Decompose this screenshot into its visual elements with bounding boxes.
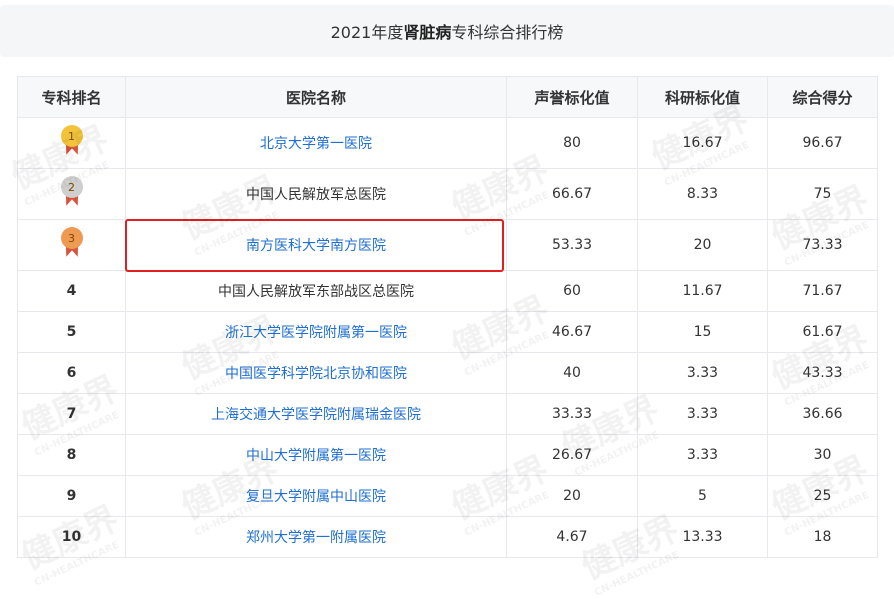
hospital-link[interactable]: 上海交通大学医学院附属瑞金医院 <box>211 407 421 423</box>
title-suffix: 专科综合排行榜 <box>451 23 564 42</box>
hospital-name: 中国人民解放军总医院 <box>246 187 386 203</box>
rank-cell: 3 <box>17 219 126 271</box>
rank-cell: 9 <box>17 475 126 517</box>
research-cell: 15 <box>637 311 768 353</box>
table-row: 4 中国人民解放军东部战区总医院 60 11.67 71.67 <box>17 270 878 312</box>
hospital-link[interactable]: 郑州大学第一附属医院 <box>246 530 386 546</box>
medal-icon: 2 <box>52 174 92 210</box>
rank-cell: 2 <box>17 168 126 220</box>
hospital-link[interactable]: 浙江大学医学院附属第一医院 <box>225 325 407 341</box>
reputation-cell: 53.33 <box>506 219 638 271</box>
table-header-row: 专科排名 医院名称 声誉标化值 科研标化值 综合得分 <box>17 76 878 118</box>
hospital-cell: 郑州大学第一附属医院 <box>125 516 507 558</box>
header-research: 科研标化值 <box>637 76 768 118</box>
hospital-cell: 中国人民解放军东部战区总医院 <box>125 270 507 312</box>
total-cell: 36.66 <box>767 393 878 435</box>
research-cell: 16.67 <box>637 117 768 169</box>
reputation-cell: 4.67 <box>506 516 638 558</box>
table-row: 8 中山大学附属第一医院 26.67 3.33 30 <box>17 434 878 476</box>
rank-cell: 5 <box>17 311 126 353</box>
total-cell: 18 <box>767 516 878 558</box>
total-cell: 25 <box>767 475 878 517</box>
research-cell: 8.33 <box>637 168 768 220</box>
table-row: 2 中国人民解放军总医院 66.67 8.33 75 <box>17 168 878 220</box>
hospital-link[interactable]: 南方医科大学南方医院 <box>246 238 386 254</box>
total-cell: 96.67 <box>767 117 878 169</box>
rank-cell: 10 <box>17 516 126 558</box>
page-title: 2021年度 肾脏病 专科综合排行榜 <box>0 5 894 57</box>
medal-icon: 3 <box>52 225 92 261</box>
total-cell: 30 <box>767 434 878 476</box>
title-specialty: 肾脏病 <box>403 23 452 42</box>
hospital-cell: 浙江大学医学院附属第一医院 <box>125 311 507 353</box>
hospital-link[interactable]: 复旦大学附属中山医院 <box>246 489 386 505</box>
reputation-cell: 60 <box>506 270 638 312</box>
hospital-cell: 中国人民解放军总医院 <box>125 168 507 220</box>
total-cell: 61.67 <box>767 311 878 353</box>
rank-cell: 8 <box>17 434 126 476</box>
hospital-cell: 南方医科大学南方医院 <box>125 219 507 271</box>
hospital-name: 中国人民解放军东部战区总医院 <box>218 284 414 300</box>
table-row: 1 北京大学第一医院 80 16.67 96.67 <box>17 117 878 169</box>
research-cell: 11.67 <box>637 270 768 312</box>
rank-cell: 1 <box>17 117 126 169</box>
reputation-cell: 20 <box>506 475 638 517</box>
hospital-cell: 复旦大学附属中山医院 <box>125 475 507 517</box>
research-cell: 5 <box>637 475 768 517</box>
reputation-cell: 66.67 <box>506 168 638 220</box>
header-total: 综合得分 <box>767 76 878 118</box>
research-cell: 13.33 <box>637 516 768 558</box>
rank-cell: 6 <box>17 352 126 394</box>
total-cell: 73.33 <box>767 219 878 271</box>
research-cell: 3.33 <box>637 352 768 394</box>
reputation-cell: 33.33 <box>506 393 638 435</box>
table-row: 3 南方医科大学南方医院 53.33 20 73.33 <box>17 219 878 271</box>
hospital-cell: 上海交通大学医学院附属瑞金医院 <box>125 393 507 435</box>
hospital-cell: 中山大学附属第一医院 <box>125 434 507 476</box>
table-row: 10 郑州大学第一附属医院 4.67 13.33 18 <box>17 516 878 558</box>
rank-cell: 7 <box>17 393 126 435</box>
table-row: 5 浙江大学医学院附属第一医院 46.67 15 61.67 <box>17 311 878 353</box>
header-rank: 专科排名 <box>17 76 126 118</box>
hospital-link[interactable]: 北京大学第一医院 <box>260 136 372 152</box>
research-cell: 20 <box>637 219 768 271</box>
reputation-cell: 46.67 <box>506 311 638 353</box>
hospital-cell: 北京大学第一医院 <box>125 117 507 169</box>
rank-cell: 4 <box>17 270 126 312</box>
total-cell: 71.67 <box>767 270 878 312</box>
medal-icon: 1 <box>52 123 92 159</box>
total-cell: 43.33 <box>767 352 878 394</box>
reputation-cell: 80 <box>506 117 638 169</box>
total-cell: 75 <box>767 168 878 220</box>
hospital-link[interactable]: 中国医学科学院北京协和医院 <box>225 366 407 382</box>
ranking-table: 专科排名 医院名称 声誉标化值 科研标化值 综合得分 1 北京大学第一医院 80 16… <box>17 76 878 558</box>
hospital-link[interactable]: 中山大学附属第一医院 <box>246 448 386 464</box>
reputation-cell: 26.67 <box>506 434 638 476</box>
hospital-cell: 中国医学科学院北京协和医院 <box>125 352 507 394</box>
table-row: 9 复旦大学附属中山医院 20 5 25 <box>17 475 878 517</box>
table-row: 7 上海交通大学医学院附属瑞金医院 33.33 3.33 36.66 <box>17 393 878 435</box>
research-cell: 3.33 <box>637 393 768 435</box>
header-reputation: 声誉标化值 <box>506 76 638 118</box>
table-row: 6 中国医学科学院北京协和医院 40 3.33 43.33 <box>17 352 878 394</box>
title-year: 2021年度 <box>330 23 404 42</box>
reputation-cell: 40 <box>506 352 638 394</box>
research-cell: 3.33 <box>637 434 768 476</box>
header-hospital: 医院名称 <box>125 76 507 118</box>
